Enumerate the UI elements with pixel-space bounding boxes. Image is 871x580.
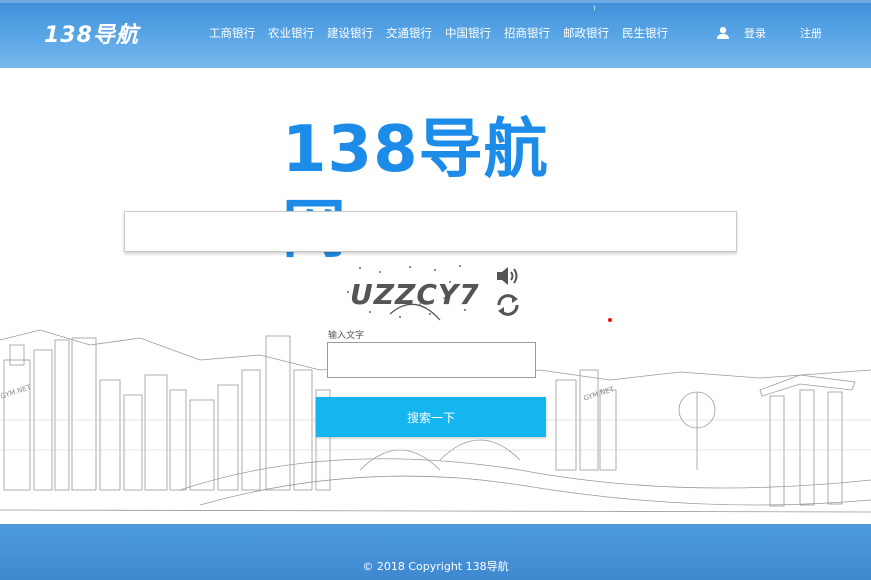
register-link[interactable]: 注册 xyxy=(800,25,822,41)
speaker-icon[interactable] xyxy=(494,263,522,289)
refresh-icon[interactable] xyxy=(494,291,522,319)
bank-nav: 工商银行 农业银行 建设银行 交通银行 中国银行 招商银行 邮政银行 民生银行 xyxy=(209,25,681,41)
nav-item-psbc[interactable]: 邮政银行 xyxy=(563,25,609,41)
captcha-text: UZZCY7 xyxy=(350,278,480,311)
footer: © 2018 Copyright 138导航 xyxy=(0,524,871,580)
user-icon xyxy=(717,27,729,39)
user-area: 登录 注册 xyxy=(716,25,822,41)
search-button[interactable]: 搜索一下 xyxy=(316,397,546,437)
nav-item-abc[interactable]: 农业银行 xyxy=(268,25,314,41)
nav-item-cmbc[interactable]: 民生银行 xyxy=(622,25,668,41)
nav-item-cmb[interactable]: 招商银行 xyxy=(504,25,550,41)
login-link[interactable]: 登录 xyxy=(744,25,766,41)
nav-item-icbc[interactable]: 工商银行 xyxy=(209,25,255,41)
captcha-input-label: 输入文字 xyxy=(328,331,365,341)
nav-item-boc[interactable]: 中国银行 xyxy=(445,25,491,41)
red-dot xyxy=(608,318,612,322)
header-mark: ⲧ xyxy=(593,4,597,12)
header-logo[interactable]: 138导航 xyxy=(44,17,139,49)
top-navigation-bar: ⲧ 138导航 工商银行 农业银行 建设银行 交通银行 中国银行 招商银行 邮政… xyxy=(0,0,871,68)
main-logo: 138导航网 xyxy=(282,113,549,267)
copyright-text: © 2018 Copyright 138导航 xyxy=(362,560,509,573)
captcha-input[interactable] xyxy=(327,342,536,378)
nav-item-bocom[interactable]: 交通银行 xyxy=(386,25,432,41)
nav-item-ccb[interactable]: 建设银行 xyxy=(327,25,373,41)
captcha-image: UZZCY7 xyxy=(340,262,480,324)
url-input[interactable] xyxy=(124,211,737,252)
